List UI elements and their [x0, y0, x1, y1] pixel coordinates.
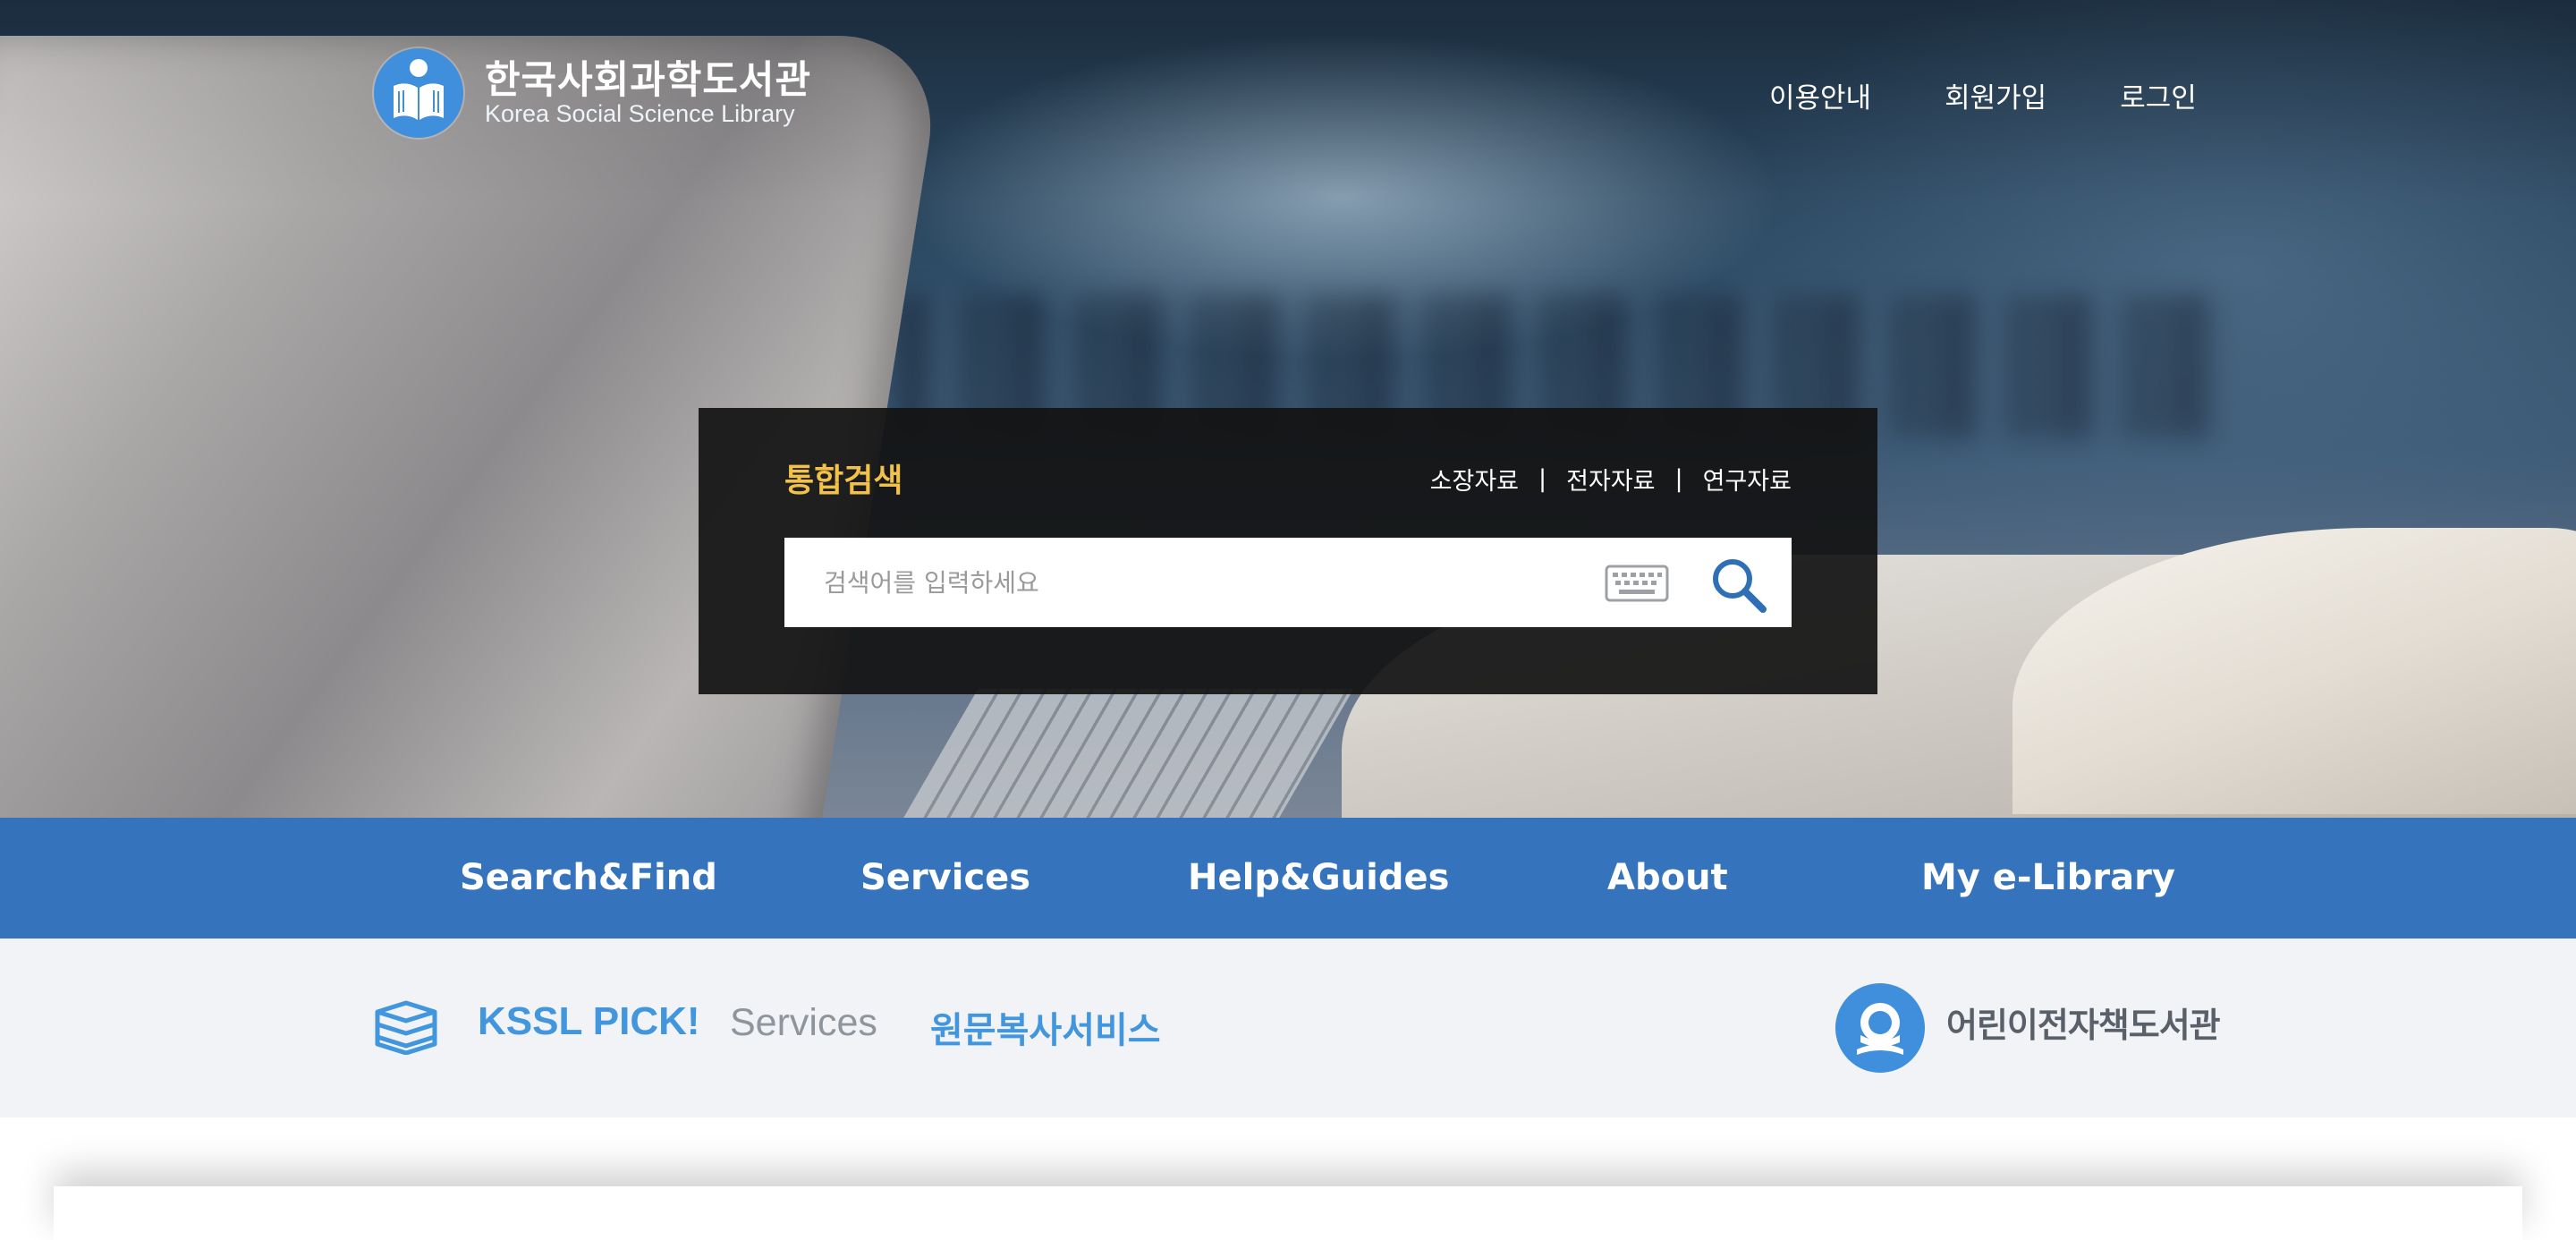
search-input[interactable]: [822, 566, 1559, 599]
search-title: 통합검색: [784, 463, 903, 499]
pick-title: KSSL PICK!: [478, 999, 700, 1043]
utility-nav: 이용안내 회원가입 로그인: [1769, 75, 2197, 115]
usage-guide-link[interactable]: 이용안내: [1769, 75, 1871, 115]
search-field: [784, 538, 1792, 627]
kssl-pick-bar: KSSL PICK! Services 원문복사서비스 어린이전자책도서관: [0, 938, 2576, 1117]
tab-research-materials[interactable]: 연구자료: [1703, 462, 1792, 497]
login-link[interactable]: 로그인: [2120, 75, 2197, 115]
nav-item-help-guides[interactable]: Help&Guides: [1188, 818, 1449, 938]
keyboard-icon[interactable]: [1605, 565, 1669, 602]
signup-link[interactable]: 회원가입: [1945, 75, 2046, 115]
logo-korean-name: 한국사회과학도서관: [485, 58, 812, 103]
main-navigation: Search&Find Services Help&Guides About M…: [0, 818, 2576, 938]
tab-separator: |: [1538, 465, 1547, 493]
nav-item-services[interactable]: Services: [860, 818, 1030, 938]
tab-holdings[interactable]: 소장자료: [1430, 462, 1519, 497]
nav-item-about[interactable]: About: [1607, 818, 1728, 938]
child-reader-icon[interactable]: [1835, 983, 1925, 1073]
nav-item-search-find[interactable]: Search&Find: [460, 818, 717, 938]
logo-english-name: Korea Social Science Library: [485, 100, 795, 127]
pick-category: Services: [730, 1001, 877, 1044]
site-logo[interactable]: 한국사회과학도서관 Korea Social Science Library: [374, 48, 811, 138]
tab-separator: |: [1674, 465, 1683, 493]
content-section: [54, 1186, 2522, 1240]
library-emblem-icon: [374, 48, 463, 138]
search-icon[interactable]: [1709, 556, 1768, 615]
stacked-books-icon: [375, 1000, 437, 1055]
search-scope-tabs: 소장자료 | 전자자료 | 연구자료: [1430, 462, 1792, 497]
integrated-search-panel: 통합검색 소장자료 | 전자자료 | 연구자료: [699, 408, 1877, 694]
tab-e-resources[interactable]: 전자자료: [1566, 462, 1655, 497]
pick-featured-link[interactable]: 원문복사서비스: [930, 1001, 1161, 1053]
nav-item-my-e-library[interactable]: My e-Library: [1921, 818, 2175, 938]
kids-ebook-library-link[interactable]: 어린이전자책도서관: [1946, 998, 2221, 1047]
